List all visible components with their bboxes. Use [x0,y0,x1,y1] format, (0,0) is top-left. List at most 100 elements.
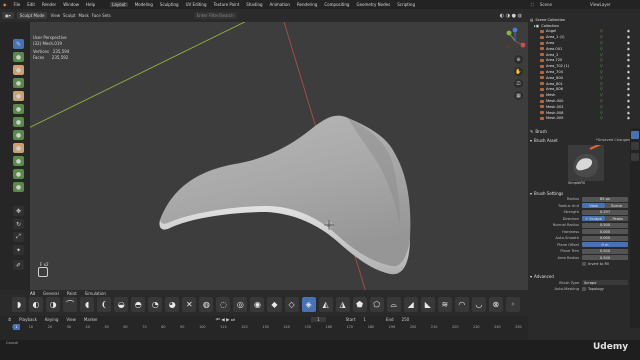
visibility-eye-icon[interactable]: ◉ [627,58,630,62]
brush-thumbnail[interactable]: ◑ [46,297,61,312]
brush-tab-icon[interactable]: ✎ [530,129,533,134]
tab-shading[interactable]: Shading [246,2,262,7]
brush-thumbnail[interactable]: ◢ [403,297,418,312]
grid-icon[interactable]: ▦ [514,91,523,100]
shelf-tab-paint[interactable]: Paint [67,291,77,296]
visibility-eye-icon[interactable]: ◉ [627,64,630,68]
property-value-field[interactable]: 0.500 [582,248,628,254]
brush-thumbnail[interactable]: ◍ [199,297,214,312]
timeline-menu-playback[interactable]: Playback [19,317,37,322]
brush-thumbnail[interactable]: ◣ [420,297,435,312]
menu-window[interactable]: Window [63,2,79,7]
property-value-field[interactable]: 0.500 [582,255,628,261]
brush-thumbnail[interactable]: ◓ [131,297,146,312]
playback-controls[interactable]: ⏮ ◀ ▶ ⏭ [216,317,235,323]
brush-thumbnail[interactable]: ≋ [437,297,452,312]
visibility-eye-icon[interactable]: ◉ [627,76,630,80]
zoom-icon[interactable]: ⊕ [514,55,523,64]
invert-fill-checkbox[interactable] [582,262,586,267]
current-frame-field[interactable]: 1 [311,317,326,322]
camera-icon[interactable]: ⎚ [514,79,523,88]
shelf-tab-simulation[interactable]: Simulation [85,291,106,296]
tab-animation[interactable]: Animation [270,2,290,7]
brush-thumbnail[interactable]: ◗ [12,297,27,312]
brush-thumbnail[interactable]: ❨ [97,297,112,312]
visibility-eye-icon[interactable]: ◉ [627,47,630,51]
tool-clay[interactable]: ● [13,65,24,75]
brush-thumbnail[interactable]: ◮ [335,297,350,312]
editor-type-button[interactable]: ▣▾ [2,12,14,19]
brush-thumbnail[interactable]: ◈ [301,297,316,312]
tool-layer[interactable]: ● [13,91,24,101]
collapse-chevron-icon[interactable]: ▾ [530,191,532,196]
blender-logo-icon[interactable]: ◉ [3,2,7,7]
tool-crease[interactable]: ● [13,130,24,140]
menu-view[interactable]: View [50,13,60,18]
visibility-eye-icon[interactable]: ◉ [627,116,630,120]
tab-texture-paint[interactable]: Texture Paint [213,2,239,7]
brush-thumbnail[interactable]: ⊗ [488,297,503,312]
brush-thumbnail[interactable]: ◖ [80,297,95,312]
topology-checkbox[interactable] [582,287,586,292]
visibility-eye-icon[interactable]: ◉ [627,29,630,33]
tool-annotate[interactable]: ✐ [13,260,24,270]
brush-thumbnail[interactable]: ◠ [454,297,469,312]
tab-compositing[interactable]: Compositing [324,2,349,7]
menu-edit[interactable]: Edit [27,2,35,7]
tool-lasso-mask[interactable]: ● [13,182,24,192]
tab-sculpting[interactable]: Sculpting [160,2,179,7]
brush-thumbnail[interactable]: ◡ [471,297,486,312]
visibility-eye-icon[interactable]: ◉ [627,41,630,45]
brush-preview-thumbnail[interactable] [568,145,604,181]
brush-thumbnail[interactable]: ◕ [165,297,180,312]
timeline-editor-icon[interactable]: ⏱ [8,317,11,322]
brush-thumbnail[interactable]: ◌ [216,297,231,312]
menu-file[interactable]: File [14,2,21,7]
tab-rendering[interactable]: Rendering [297,2,317,7]
invert-fill-row[interactable]: Invert to Fill [530,261,638,268]
visibility-eye-icon[interactable]: ◉ [627,87,630,91]
visibility-eye-icon[interactable]: ◉ [627,93,630,97]
mode-selector[interactable]: Sculpt Mode [16,12,48,19]
brush-thumbnail[interactable]: ◆ [267,297,282,312]
shelf-tab-all[interactable]: All [30,291,35,296]
menu-mask[interactable]: Mask [78,13,88,18]
tool-draw[interactable]: ● [13,52,24,62]
property-value-field[interactable]: 0 m [582,242,628,248]
visibility-eye-icon[interactable]: ◉ [627,53,630,57]
start-frame-value[interactable]: 1 [363,317,366,322]
brush-thumbnail[interactable]: ◔ [148,297,163,312]
tool-rotate[interactable]: ↻ [13,219,24,229]
menu-sculpt[interactable]: Sculpt [63,13,76,18]
visibility-eye-icon[interactable]: ◉ [627,105,630,109]
tab-modeling[interactable]: Modeling [135,2,153,7]
collapse-chevron-icon[interactable]: ▾ [530,138,532,143]
outliner-item[interactable]: Mesh.009 ▽ ◉ [530,116,630,122]
brush-thumbnail[interactable]: ◒ [114,297,129,312]
shading-icons[interactable]: ◐ ◑ ● ◍ [500,13,522,19]
search-field[interactable]: Enter Filter/Search [193,12,237,19]
property-value-field[interactable]: 85 px [582,196,628,202]
output-tab-icon[interactable] [631,153,639,161]
brush-thumbnail[interactable]: ◉ [250,297,265,312]
outliner[interactable]: ▤ Scene Collection ▸▣ Collection Angel ▽ ◉ Ar… [530,17,630,121]
visibility-eye-icon[interactable]: ◉ [627,82,630,86]
shelf-tab-general[interactable]: General [43,291,59,296]
brush-thumbnail[interactable]: ⌒ [63,297,78,312]
toggle-option[interactable]: - Peaks [605,216,628,222]
property-value-field[interactable]: 0.000 [582,229,628,235]
tool-grab[interactable]: ● [13,117,24,127]
3d-viewport[interactable] [30,22,528,290]
visibility-eye-icon[interactable]: ◉ [627,99,630,103]
tool-move[interactable]: ✥ [13,206,24,216]
brush-thumbnail[interactable]: ⌓ [386,297,401,312]
tab-uv-editing[interactable]: UV Editing [186,2,207,7]
scene-name[interactable]: Scene [540,2,552,7]
visibility-eye-icon[interactable]: ◉ [627,111,630,115]
pan-hand-icon[interactable]: ✋ [514,67,523,76]
brush-thumbnail[interactable]: ◦ [505,297,520,312]
tool-box-mask[interactable]: ● [13,169,24,179]
menu-face-sets[interactable]: Face Sets [92,13,111,18]
brush-thumbnail[interactable]: ◇ [284,297,299,312]
view-layer-name[interactable]: ViewLayer [590,2,611,7]
